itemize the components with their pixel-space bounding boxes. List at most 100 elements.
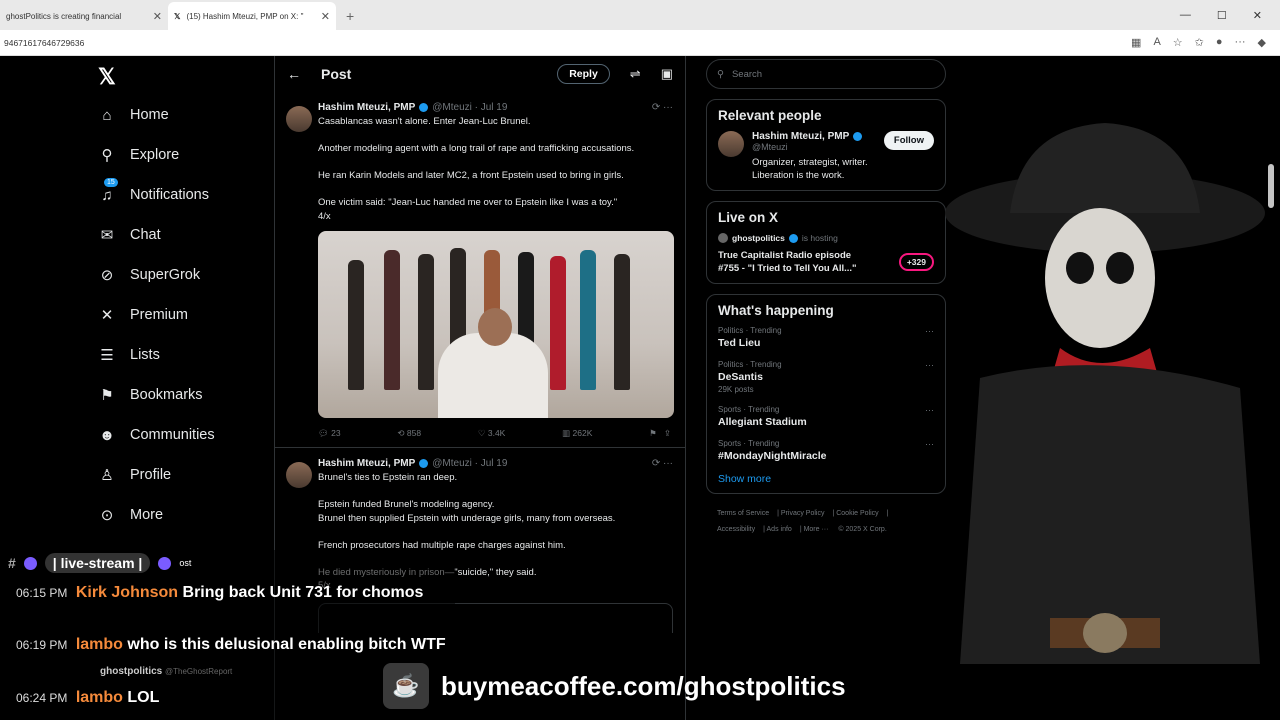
host-name[interactable]: ghostpolitics <box>732 233 785 243</box>
more-dots-icon[interactable]: ··· <box>663 458 673 469</box>
footer-link[interactable]: Terms of Service <box>717 510 769 517</box>
nav-item-more[interactable]: ⊙ More <box>98 506 163 524</box>
read-aloud-icon[interactable]: A <box>1153 36 1160 49</box>
card-title: Live on X <box>718 210 779 225</box>
footer-link[interactable]: Privacy Policy <box>781 510 825 517</box>
footer-link[interactable]: Ads info <box>767 526 792 533</box>
tweet-author[interactable]: Hashim Mteuzi, PMP @Mteuzi · Jul 19 <box>318 102 673 113</box>
url-text[interactable]: 94671617646729636 <box>4 38 84 48</box>
profile-avatar-icon[interactable]: ● <box>1216 36 1223 49</box>
hash-icon: # <box>8 555 16 571</box>
more-dots-icon[interactable]: ··· <box>925 405 934 415</box>
new-tab-button[interactable]: + <box>336 8 364 30</box>
close-icon[interactable]: ✕ <box>321 10 330 23</box>
nav-label: Bookmarks <box>130 387 203 403</box>
close-icon[interactable]: ✕ <box>153 10 162 23</box>
copilot-icon[interactable]: ◆ <box>1258 36 1266 49</box>
listener-count[interactable]: +329 <box>898 253 934 271</box>
chart-icon: ▥ <box>562 428 571 438</box>
person-bio: Organizer, strategist, writer. Liberatio… <box>752 157 868 181</box>
author-handle[interactable]: @Mteuzi · Jul 19 <box>432 458 507 469</box>
trend-item[interactable]: Sports · Trending Allegiant Stadium ··· <box>718 405 934 428</box>
follow-button[interactable]: Follow <box>883 131 934 150</box>
back-arrow-icon[interactable]: ← <box>287 66 301 82</box>
trend-item[interactable]: Sports · Trending #MondayNightMiracle ··… <box>718 439 934 462</box>
tweet[interactable]: Hashim Mteuzi, PMP @Mteuzi · Jul 19 ⟳ ··… <box>275 102 685 439</box>
more-dots-icon[interactable]: ··· <box>925 439 934 449</box>
avatar[interactable] <box>286 462 312 488</box>
trend-topic[interactable]: Ted Lieu <box>718 337 934 349</box>
nav-label: SuperGrok <box>130 267 201 283</box>
tweet-author[interactable]: Hashim Mteuzi, PMP @Mteuzi · Jul 19 <box>318 458 673 469</box>
address-bar[interactable]: 94671617646729636 ▦ A ☆ ✩ ● ··· ◆ <box>0 30 1280 56</box>
author-name[interactable]: Hashim Mteuzi, PMP <box>318 102 415 113</box>
favorites-icon[interactable]: ✩ <box>1195 36 1204 49</box>
grok-icon[interactable]: ⟳ <box>652 458 660 469</box>
show-more-link[interactable]: Show more <box>718 473 934 485</box>
trend-topic[interactable]: Allegiant Stadium <box>718 416 934 428</box>
reply-action[interactable]: 💬︎ 23 <box>318 428 341 439</box>
footer-link[interactable]: Cookie Policy <box>836 510 878 517</box>
maximize-icon[interactable]: ☐ <box>1217 9 1227 22</box>
reply-button[interactable]: Reply <box>557 64 610 84</box>
person-row[interactable]: Hashim Mteuzi, PMP @Mteuzi Organizer, st… <box>718 131 934 182</box>
more-dots-icon[interactable]: ··· <box>663 102 673 113</box>
x-logo-icon[interactable]: 𝕏 <box>98 64 116 90</box>
search-icon: ⚲ <box>717 68 724 80</box>
author-name[interactable]: Hashim Mteuzi, PMP <box>318 458 415 469</box>
browser-tab-2[interactable]: 𝕏 (15) Hashim Mteuzi, PMP on X: " ✕ <box>168 2 336 30</box>
reader-view-icon[interactable]: ▣ <box>661 66 673 82</box>
sliders-icon[interactable]: ⇌ <box>630 66 641 82</box>
tweet-text: Casablancas wasn't alone. Enter Jean-Luc… <box>318 116 635 222</box>
nav-item-lists[interactable]: ☰ Lists <box>98 346 160 364</box>
trend-item[interactable]: Politics · Trending DeSantis 29K posts ·… <box>718 360 934 394</box>
nav-item-chat[interactable]: ✉ Chat <box>98 226 161 244</box>
nav-item-home[interactable]: ⌂ Home <box>98 106 168 124</box>
search-input[interactable]: ⚲ Search <box>706 59 946 89</box>
avatar[interactable] <box>286 106 312 132</box>
menu-dots-icon[interactable]: ··· <box>1235 36 1246 49</box>
grok-icon[interactable]: ⟳ <box>652 102 660 113</box>
trend-topic[interactable]: #MondayNightMiracle <box>718 450 934 462</box>
live-episode[interactable]: True Capitalist Radio episode #755 - "I … <box>718 249 873 275</box>
nav-item-profile[interactable]: ♙ Profile <box>98 466 171 484</box>
browser-tab-1[interactable]: ghostPolitics is creating financial ✕ <box>0 2 168 30</box>
tab-title: ghostPolitics is creating financial <box>6 11 122 21</box>
favorite-star-icon[interactable]: ☆ <box>1173 36 1183 49</box>
more-dots-icon[interactable]: ··· <box>925 326 934 336</box>
close-window-icon[interactable]: ✕ <box>1253 9 1262 22</box>
apps-icon[interactable]: ▦ <box>1131 36 1141 49</box>
share-icon[interactable]: ⇪ <box>664 428 671 438</box>
nav-label: Chat <box>130 227 161 243</box>
message-text: LOL <box>127 689 160 706</box>
nav-item-supergrok[interactable]: ⊘ SuperGrok <box>98 266 200 284</box>
views-action[interactable]: ▥ 262K <box>562 428 592 439</box>
nav-item-bookmarks[interactable]: ⚑ Bookmarks <box>98 386 203 404</box>
tweet-photo[interactable] <box>318 231 674 418</box>
person-handle[interactable]: @Mteuzi <box>752 142 876 152</box>
footer-link[interactable]: More ··· <box>804 526 829 533</box>
relevant-people-card: Relevant people Hashim Mteuzi, PMP @Mteu… <box>706 99 946 191</box>
avatar[interactable] <box>718 131 744 157</box>
like-action[interactable]: ♡ 3.4K <box>478 428 506 439</box>
minimize-icon[interactable]: — <box>1180 9 1191 22</box>
repost-action[interactable]: ⟲ 858 <box>397 428 421 439</box>
message-time: 06:19 PM <box>16 638 68 652</box>
more-dots-icon[interactable]: ··· <box>925 360 934 370</box>
nav-item-premium[interactable]: ✕ Premium <box>98 306 188 324</box>
repost-icon: ⟲ <box>397 428 405 438</box>
tweet-menu: ⟳ ··· <box>652 102 673 113</box>
author-handle[interactable]: @Mteuzi · Jul 19 <box>432 102 507 113</box>
live-host[interactable]: ghostpolitics is hosting <box>718 233 934 243</box>
nav-item-communities[interactable]: ☻ Communities <box>98 426 215 444</box>
live-space[interactable]: True Capitalist Radio episode #755 - "I … <box>718 249 934 275</box>
person-name[interactable]: Hashim Mteuzi, PMP <box>752 131 849 142</box>
nav-item-explore[interactable]: ⚲ Explore <box>98 146 180 164</box>
message-text: Bring back Unit 731 for chomos <box>182 584 424 601</box>
trend-topic[interactable]: DeSantis <box>718 371 934 383</box>
footer-links: Terms of Service | Privacy Policy | Cookie… <box>717 510 889 533</box>
footer-link[interactable]: Accessibility <box>717 526 755 533</box>
trend-item[interactable]: Politics · Trending Ted Lieu ··· <box>718 326 934 349</box>
bookmark-icon[interactable]: ⚑ <box>649 428 657 438</box>
nav-item-notifications[interactable]: ♫ 15 Notifications <box>98 178 209 204</box>
